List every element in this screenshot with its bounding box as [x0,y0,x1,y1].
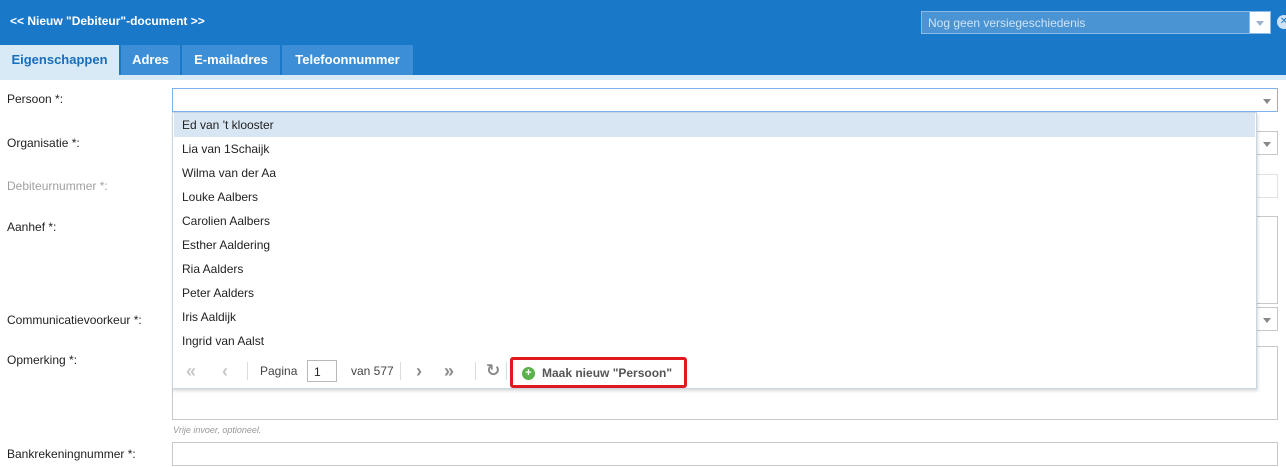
tab-adres[interactable]: Adres [121,45,181,75]
prev-page-icon[interactable]: ‹ [222,360,228,382]
tab-eigenschappen[interactable]: Eigenschappen [0,45,120,75]
tab-telefoonnummer[interactable]: Telefoonnummer [282,45,414,75]
document-header: << Nieuw "Debiteur"-document >> Nog geen… [0,0,1286,45]
pager-separator [506,362,507,380]
opmerking-hint: Vrije invoer, optioneel. [173,425,262,435]
next-page-icon[interactable]: › [416,360,422,382]
chevron-down-icon[interactable] [1249,12,1270,33]
bankrekening-field[interactable] [172,442,1278,466]
version-history-placeholder: Nog geen versiegeschiedenis [928,16,1086,30]
dropdown-pager: « ‹ Pagina 1 van 577 › » ↻ + Maak nieuw … [173,353,1256,388]
debiteur-document-window: << Nieuw "Debiteur"-document >> Nog geen… [0,0,1286,467]
new-persoon-label: Maak nieuw "Persoon" [542,366,673,380]
pager-separator [475,362,476,380]
last-page-icon[interactable]: » [444,360,454,382]
organisatie-label: Organisatie *: [7,136,80,150]
debiteurnummer-label: Debiteurnummer *: [7,179,108,193]
document-title: << Nieuw "Debiteur"-document >> [10,14,205,28]
first-page-icon[interactable]: « [186,360,196,382]
aanhef-label: Aanhef *: [7,220,57,234]
list-item[interactable]: Esther Aaldering [174,233,1255,257]
tab-strip [0,75,1286,80]
chevron-down-icon[interactable] [1258,310,1276,328]
persoon-combobox[interactable] [172,88,1278,112]
tab-bar: Eigenschappen Adres E-mailadres Telefoon… [0,45,1286,75]
opmerking-label: Opmerking *: [7,353,78,367]
list-item[interactable]: Iris Aaldijk [174,305,1255,329]
list-item[interactable]: Wilma van der Aa [174,161,1255,185]
bankrekening-label: Bankrekeningnummer *: [7,447,136,461]
page-label: Pagina [260,364,298,378]
chevron-down-icon[interactable] [1258,134,1276,152]
tab-e-mailadres[interactable]: E-mailadres [182,45,281,75]
refresh-icon[interactable]: ↻ [486,360,500,382]
close-icon[interactable]: ✕ [1277,15,1286,29]
list-item[interactable]: Ria Aalders [174,257,1255,281]
page-count-label: van 577 [351,364,394,378]
list-item[interactable]: Ingrid van Aalst [174,329,1255,353]
chevron-down-icon[interactable] [1258,91,1276,109]
page-number-input[interactable]: 1 [307,360,337,382]
add-icon: + [522,367,535,380]
persoon-label: Persoon *: [7,92,64,106]
list-item[interactable]: Ed van 't klooster [174,113,1255,137]
persoon-dropdown-list: Ed van 't klooster Lia van 1Schaijk Wilm… [172,112,1257,389]
list-item[interactable]: Carolien Aalbers [174,209,1255,233]
new-persoon-button[interactable]: + Maak nieuw "Persoon" [510,357,687,388]
pager-separator [400,362,401,380]
list-item[interactable]: Lia van 1Schaijk [174,137,1255,161]
version-history-select[interactable]: Nog geen versiegeschiedenis [921,11,1271,34]
pager-separator [247,362,248,380]
list-item[interactable]: Louke Aalbers [174,185,1255,209]
communicatie-label: Communicatievoorkeur *: [7,313,142,327]
list-item[interactable]: Peter Aalders [174,281,1255,305]
